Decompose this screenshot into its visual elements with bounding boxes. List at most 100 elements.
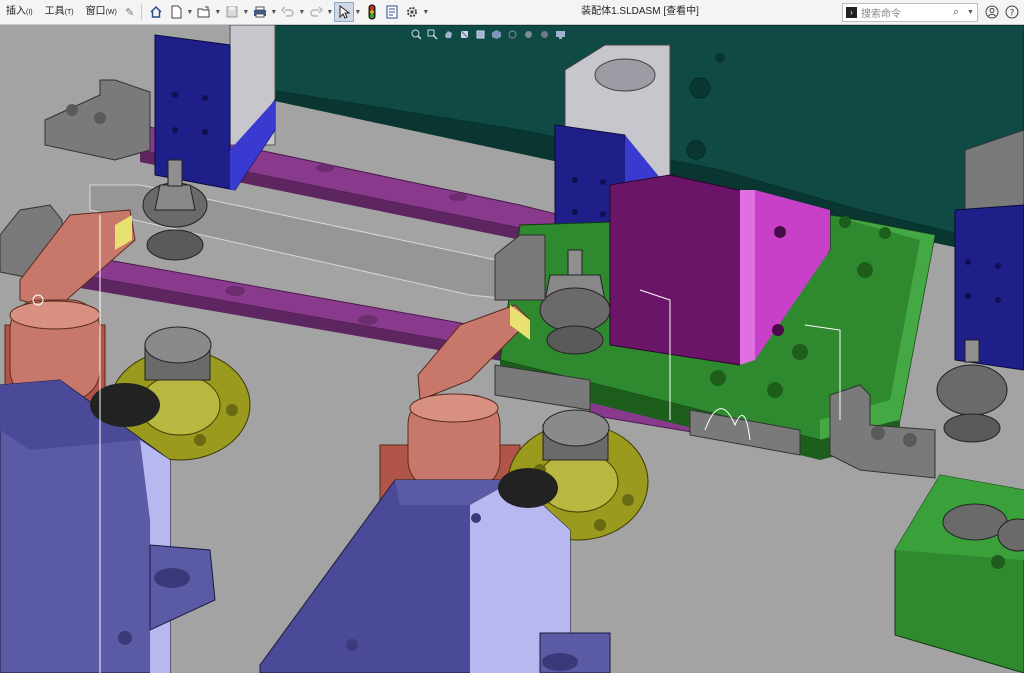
redo-dropdown-icon[interactable]: ▼ bbox=[326, 9, 334, 16]
block-hole bbox=[600, 211, 606, 217]
edit-appearance-icon[interactable] bbox=[522, 28, 535, 41]
block-hole bbox=[572, 209, 578, 215]
block-hole bbox=[172, 127, 178, 133]
magenta-bracket-face bbox=[740, 190, 755, 365]
block-hole bbox=[965, 293, 971, 299]
section-view-icon[interactable] bbox=[458, 28, 471, 41]
motor-foot-hole bbox=[118, 631, 132, 645]
green-block-hole bbox=[991, 555, 1005, 569]
traffic-light-icon[interactable] bbox=[362, 2, 382, 22]
search-command-box[interactable]: › 搜索命令 ⌕ ▼ bbox=[842, 3, 978, 22]
suction-nut-left bbox=[154, 184, 196, 211]
suction-pad-right bbox=[943, 413, 1001, 443]
plate-hole bbox=[792, 344, 808, 360]
block-hole bbox=[965, 259, 971, 265]
block-hole bbox=[202, 95, 208, 101]
cylinder-top-center bbox=[594, 58, 656, 92]
flange-hole bbox=[194, 434, 206, 446]
suction-pad-left bbox=[146, 229, 204, 261]
menu-insert-label: 插入 bbox=[6, 6, 26, 17]
suction-stem-right bbox=[964, 339, 980, 363]
motor-hole bbox=[471, 513, 481, 523]
undo-dropdown-icon[interactable]: ▼ bbox=[298, 9, 306, 16]
menu-insert[interactable]: 插入(I) bbox=[0, 0, 39, 24]
teal-plate-hole bbox=[715, 53, 725, 63]
suction-cup-center[interactable] bbox=[539, 287, 611, 333]
plate-hole bbox=[857, 262, 873, 278]
search-dropdown-icon[interactable]: ▼ bbox=[967, 9, 977, 16]
user-account-icon[interactable] bbox=[982, 2, 1002, 22]
previous-view-icon[interactable] bbox=[442, 28, 455, 41]
flange-hole bbox=[594, 519, 606, 531]
menu-tools[interactable]: 工具(T) bbox=[39, 0, 80, 24]
search-icon[interactable]: ⌕ bbox=[953, 6, 967, 19]
pin-icon[interactable]: ✎ bbox=[123, 0, 137, 24]
block-hole bbox=[600, 179, 606, 185]
clamp-top-left bbox=[9, 300, 101, 330]
bracket-hole bbox=[871, 426, 885, 440]
toolbar-separator bbox=[140, 4, 142, 20]
zoom-to-area-icon[interactable] bbox=[426, 28, 439, 41]
suction-cup-right[interactable] bbox=[936, 364, 1008, 416]
bracket-hole bbox=[94, 112, 106, 124]
plate-hole bbox=[767, 382, 783, 398]
view-settings-icon[interactable] bbox=[554, 28, 567, 41]
new-dropdown-icon[interactable]: ▼ bbox=[186, 9, 194, 16]
motor-foot-hole bbox=[542, 653, 578, 671]
select-arrow-icon[interactable] bbox=[333, 2, 354, 22]
menu-window-label: 窗口 bbox=[85, 6, 106, 17]
motor-foot-hole bbox=[154, 568, 190, 588]
green-block-insert bbox=[942, 503, 1008, 541]
block-hole bbox=[572, 177, 578, 183]
redo-icon[interactable] bbox=[306, 2, 326, 22]
select-dropdown-icon[interactable]: ▼ bbox=[354, 9, 362, 16]
apply-scene-icon[interactable] bbox=[538, 28, 551, 41]
teal-plate-hole bbox=[689, 77, 711, 99]
file-properties-icon[interactable] bbox=[382, 2, 402, 22]
new-document-icon[interactable] bbox=[166, 2, 186, 22]
graphics-area[interactable] bbox=[0, 25, 1024, 673]
heads-up-view-toolbar bbox=[410, 27, 567, 41]
save-dropdown-icon[interactable]: ▼ bbox=[242, 9, 250, 16]
print-icon[interactable] bbox=[250, 2, 270, 22]
search-input[interactable]: 搜索命令 bbox=[861, 5, 953, 20]
rail-hole bbox=[449, 193, 467, 201]
hide-show-items-icon[interactable] bbox=[506, 28, 519, 41]
view-orientation-icon[interactable] bbox=[474, 28, 487, 41]
menu-tools-shortcut: (T) bbox=[64, 9, 74, 16]
flange-center-cap bbox=[542, 409, 610, 447]
help-icon[interactable]: ? bbox=[1002, 2, 1022, 22]
home-icon[interactable] bbox=[146, 2, 166, 22]
print-dropdown-icon[interactable]: ▼ bbox=[270, 9, 278, 16]
block-hole bbox=[202, 129, 208, 135]
suction-pad-center bbox=[546, 325, 604, 355]
flange-hole bbox=[622, 494, 634, 506]
zoom-to-fit-icon[interactable] bbox=[410, 28, 423, 41]
account-help-area: ? bbox=[982, 0, 1022, 24]
undo-icon[interactable] bbox=[278, 2, 298, 22]
bracket-hole bbox=[774, 226, 786, 238]
options-dropdown-icon[interactable]: ▼ bbox=[422, 9, 430, 16]
menu-bar: 插入(I) 工具(T) 窗口(W) ✎ bbox=[0, 0, 137, 24]
block-hole bbox=[995, 297, 1001, 303]
save-icon[interactable] bbox=[222, 2, 242, 22]
flange-left-cap bbox=[144, 326, 212, 364]
plate-hole bbox=[710, 370, 726, 386]
clamp-top-center bbox=[409, 393, 499, 423]
svg-text:?: ? bbox=[1010, 9, 1015, 19]
options-gear-icon[interactable] bbox=[402, 2, 422, 22]
suction-stem-left bbox=[167, 159, 183, 187]
bracket-hole bbox=[772, 324, 784, 336]
rail-hole bbox=[316, 164, 334, 172]
suction-stem-center bbox=[567, 249, 583, 277]
open-folder-icon[interactable] bbox=[194, 2, 214, 22]
teal-plate-hole bbox=[686, 140, 706, 160]
plate-hole bbox=[839, 216, 851, 228]
menu-insert-shortcut: (I) bbox=[26, 9, 33, 16]
open-dropdown-icon[interactable]: ▼ bbox=[214, 9, 222, 16]
menu-window[interactable]: 窗口(W) bbox=[80, 0, 123, 24]
standard-toolbar: ▼ ▼ ▼ ▼ ▼ ▼ ▼ ▼ bbox=[146, 0, 430, 24]
command-prompt-icon: › bbox=[846, 7, 857, 18]
display-style-icon[interactable] bbox=[490, 28, 503, 41]
plate-hole bbox=[879, 227, 891, 239]
